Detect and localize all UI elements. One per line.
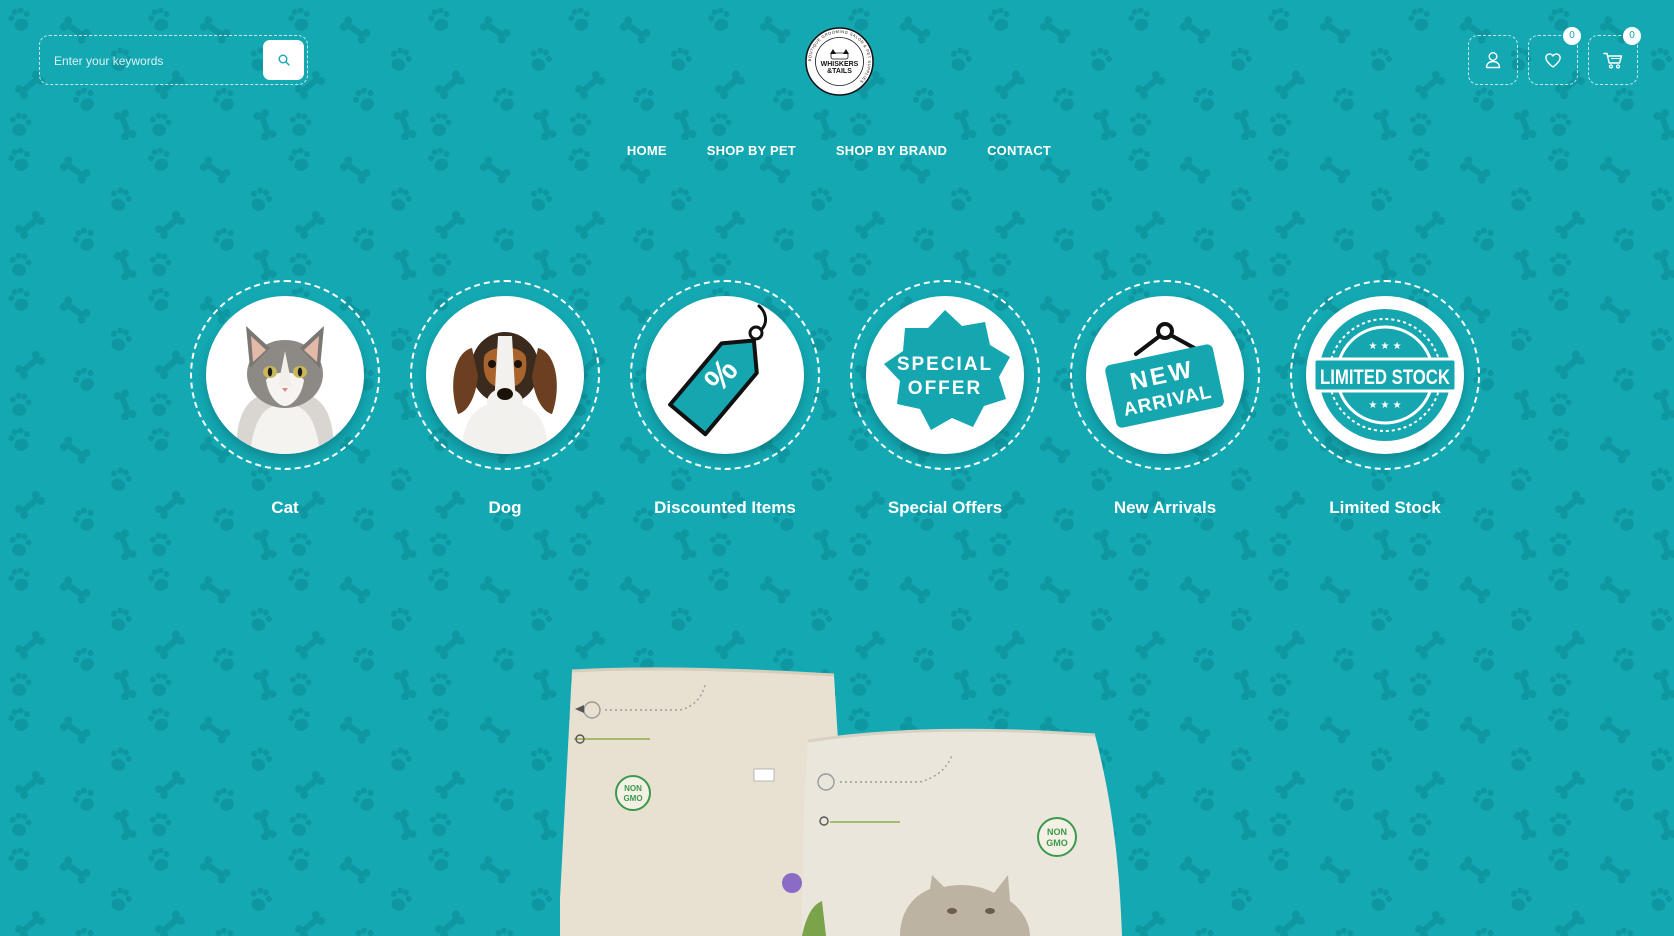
special-offer-text-1: SPECIAL bbox=[897, 354, 993, 375]
category-ring bbox=[190, 280, 380, 470]
category-ring: NEW ARRIVAL bbox=[1070, 280, 1260, 470]
category-label: Special Offers bbox=[887, 498, 1003, 517]
nav-shop-by-brand[interactable]: SHOP BY BRAND bbox=[836, 143, 947, 158]
category-special-offers[interactable]: SPECIAL OFFER Special Offers bbox=[850, 280, 1040, 518]
category-new-arrivals[interactable]: NEW ARRIVAL New Arrivals bbox=[1070, 280, 1260, 518]
special-offer-text-2: OFFER bbox=[908, 378, 982, 399]
bag-label-2: GMO bbox=[623, 794, 642, 803]
cart-icon bbox=[1603, 52, 1623, 69]
heart-icon bbox=[1545, 53, 1561, 68]
pet-food-bags: NON GMO NON GMO bbox=[560, 667, 1122, 936]
account-icon bbox=[1485, 52, 1501, 69]
category-ring: SPECIAL OFFER bbox=[850, 280, 1040, 470]
account-button[interactable] bbox=[1468, 35, 1518, 85]
category-dog[interactable]: Dog bbox=[410, 280, 600, 518]
category-ring: LIMITED STOCK ★ ★ ★ ★ ★ ★ bbox=[1290, 280, 1480, 470]
dog-photo bbox=[426, 296, 584, 454]
bag-label-3: NON bbox=[1047, 827, 1067, 837]
bag-label-4: GMO bbox=[1046, 838, 1068, 848]
nav-shop-by-pet[interactable]: SHOP BY PET bbox=[707, 143, 796, 158]
category-discounted-items[interactable]: % Discounted Items bbox=[630, 280, 820, 518]
category-ring: % bbox=[630, 280, 820, 470]
svg-text:★ ★ ★: ★ ★ ★ bbox=[1368, 400, 1401, 411]
category-limited-stock[interactable]: LIMITED STOCK ★ ★ ★ ★ ★ ★ Limited Stock bbox=[1290, 280, 1480, 518]
nav-contact[interactable]: CONTACT bbox=[987, 143, 1051, 158]
cart-count-badge: 0 bbox=[1623, 27, 1641, 45]
nav-home[interactable]: HOME bbox=[627, 143, 667, 158]
search-bar bbox=[39, 35, 308, 85]
search-input[interactable] bbox=[54, 50, 244, 72]
category-cat[interactable]: Cat bbox=[190, 280, 380, 518]
svg-text:★ ★ ★: ★ ★ ★ bbox=[1368, 341, 1401, 352]
limited-stock-text: LIMITED STOCK bbox=[1320, 366, 1450, 389]
category-list: Cat Dog % Discounted Items SPECIAL OFFER… bbox=[190, 280, 1480, 518]
search-button[interactable] bbox=[263, 40, 304, 80]
cart-button[interactable]: 0 bbox=[1588, 27, 1641, 85]
category-label: Cat bbox=[271, 498, 299, 517]
category-label: Dog bbox=[488, 498, 522, 517]
limited-stock-stamp: LIMITED STOCK ★ ★ ★ ★ ★ ★ bbox=[1306, 296, 1464, 454]
search-icon bbox=[278, 54, 290, 66]
category-label: Discounted Items bbox=[654, 498, 796, 517]
logo-line1: WHISKERS bbox=[821, 61, 859, 68]
cat-photo bbox=[206, 296, 364, 454]
category-label: New Arrivals bbox=[1113, 498, 1217, 517]
percent-tag-icon: % bbox=[646, 296, 804, 454]
bag-label-1: NON bbox=[624, 784, 642, 793]
logo-line2: &TAILS bbox=[827, 68, 852, 75]
category-label: Limited Stock bbox=[1329, 498, 1441, 517]
main-nav: HOME SHOP BY PET SHOP BY BRAND CONTACT bbox=[0, 143, 1674, 158]
wishlist-count-badge: 0 bbox=[1563, 27, 1581, 45]
new-arrival-sign: NEW ARRIVAL bbox=[1086, 296, 1244, 454]
category-ring bbox=[410, 280, 600, 470]
whiskers-tails-logo[interactable]: BOUTIQUE GROOMING SALON & PET SUPPLIES W… bbox=[805, 27, 874, 96]
special-offer-badge: SPECIAL OFFER bbox=[866, 296, 1024, 454]
wishlist-button[interactable]: 0 bbox=[1528, 27, 1581, 85]
